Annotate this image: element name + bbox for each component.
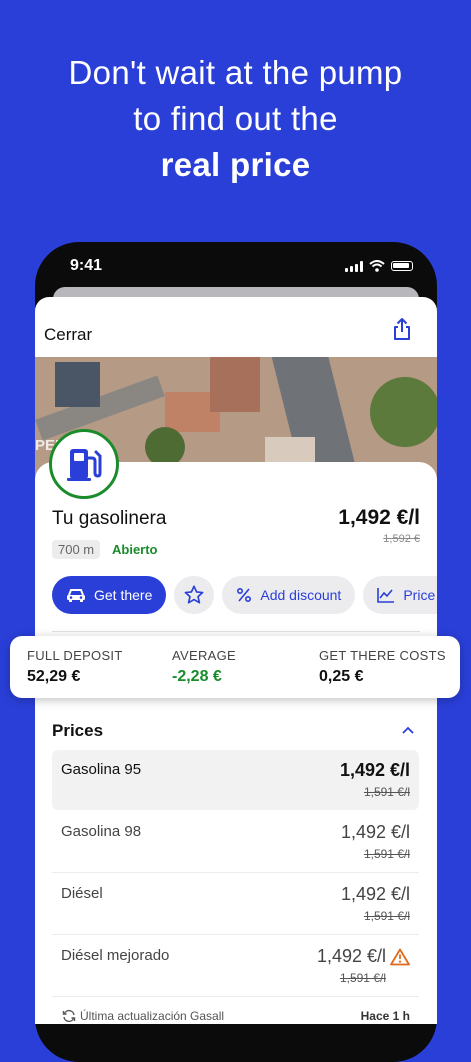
get-there-label: Get there <box>94 587 153 603</box>
update-label: Última actualización Gasall <box>80 1009 225 1023</box>
full-deposit-label: FULL DEPOSIT <box>27 648 123 663</box>
average-value: -2,28 € <box>172 668 222 685</box>
station-name: Tu gasolinera <box>52 508 167 529</box>
update-info: Última actualización Gasall <box>62 1009 224 1023</box>
fuel-old-price: 1,591 €/l <box>363 909 410 923</box>
fuel-name: Gasolina 98 <box>61 823 142 840</box>
chart-icon <box>377 587 395 603</box>
get-there-cost-label: GET THERE COSTS <box>319 648 446 663</box>
costs-card: FULL DEPOSIT 52,29 € AVERAGE -2,28 € GET… <box>10 636 460 698</box>
headline: Don't wait at the pump to find out the r… <box>0 50 471 188</box>
headline-line-3: real price <box>160 146 311 183</box>
fuel-price: 1,492 €/l <box>340 884 410 904</box>
average-label: AVERAGE <box>172 648 236 663</box>
get-there-cost: GET THERE COSTS 0,25 € <box>319 648 446 686</box>
signal-icon <box>345 260 363 272</box>
headline-line-2: to find out the <box>133 100 338 137</box>
fuel-pump-icon <box>67 449 102 481</box>
fuel-name: Gasolina 95 <box>61 761 142 778</box>
fuel-name: Diésel mejorado <box>61 947 170 964</box>
fuel-price: 1,492 €/l <box>317 946 410 967</box>
divider <box>52 631 420 632</box>
price-history-label: Price history <box>403 587 437 603</box>
fuel-name: Diésel <box>61 885 103 902</box>
station-old-price: 1,592 € <box>383 533 420 545</box>
wifi-icon <box>369 260 385 272</box>
get-there-button[interactable]: Get there <box>52 576 167 614</box>
distance-chip: 700 m <box>52 540 101 559</box>
action-bar: Get there Add discount Price <box>52 576 437 614</box>
close-button[interactable]: Cerrar <box>44 325 92 345</box>
fuel-price: 1,492 €/l <box>339 760 410 780</box>
station-price: 1,492 €/l <box>338 506 420 529</box>
warning-icon[interactable] <box>390 948 410 966</box>
fuel-row-gasolina-95[interactable]: Gasolina 95 1,492 €/l 1,591 €/l <box>52 750 419 810</box>
status-bar: 9:41 <box>35 242 437 292</box>
fuel-pump-badge <box>49 429 119 499</box>
update-time: Hace 1 h <box>360 1009 410 1023</box>
sheet-header: Cerrar <box>35 297 437 357</box>
fuel-row-diesel[interactable]: Diésel 1,492 €/l 1,591 €/l <box>52 874 419 935</box>
status-icons <box>345 260 413 272</box>
battery-icon <box>391 261 413 271</box>
percent-icon <box>236 587 252 603</box>
fuel-old-price: 1,591 €/l <box>363 847 410 861</box>
chevron-up-icon[interactable] <box>401 725 415 735</box>
car-icon <box>66 587 86 603</box>
fuel-old-price: 1,591 €/l <box>339 971 386 985</box>
add-discount-button[interactable]: Add discount <box>222 576 356 614</box>
average-cost: AVERAGE -2,28 € <box>172 648 236 686</box>
fuel-row-diesel-mejorado[interactable]: Diésel mejorado 1,492 €/l 1,591 €/l <box>52 936 419 997</box>
headline-line-1: Don't wait at the pump <box>68 54 403 91</box>
fuel-price: 1,492 €/l <box>340 822 410 842</box>
full-deposit-value: 52,29 € <box>27 668 81 685</box>
fuel-row-gasolina-98[interactable]: Gasolina 98 1,492 €/l 1,591 €/l <box>52 812 419 873</box>
status-time: 9:41 <box>70 257 103 274</box>
full-deposit-cost: FULL DEPOSIT 52,29 € <box>27 648 123 686</box>
refresh-icon <box>62 1009 76 1023</box>
favorite-button[interactable] <box>174 576 215 614</box>
add-discount-label: Add discount <box>260 587 342 603</box>
prices-title: Prices <box>52 721 104 740</box>
star-icon <box>184 585 204 604</box>
share-icon[interactable] <box>392 317 412 341</box>
price-history-button[interactable]: Price history <box>363 576 437 614</box>
fuel-old-price: 1,591 €/l <box>363 785 410 799</box>
get-there-cost-value: 0,25 € <box>319 668 364 685</box>
open-status: Abierto <box>112 542 158 557</box>
